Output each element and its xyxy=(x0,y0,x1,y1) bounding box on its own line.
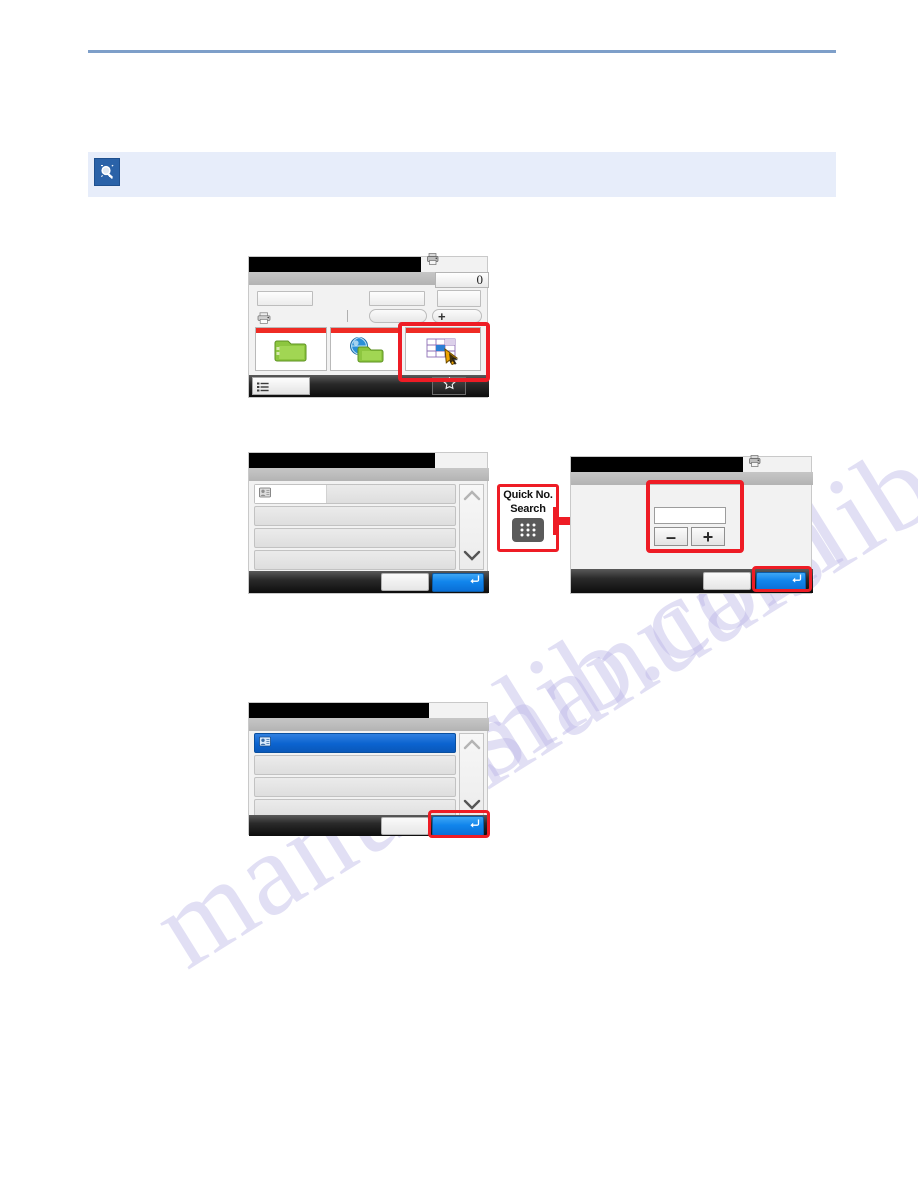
panel-subbar xyxy=(249,272,435,285)
panel-titlebar xyxy=(249,257,421,272)
copies-counter: 0 xyxy=(435,272,489,288)
globe-folder-icon xyxy=(347,335,385,370)
cancel-button[interactable] xyxy=(381,573,429,591)
printer-status-icon xyxy=(748,454,762,473)
quick-no-search-badge: Quick No. Search xyxy=(497,484,559,552)
contact-icon xyxy=(259,734,271,752)
ok-button[interactable] xyxy=(432,573,484,592)
panel-subbar xyxy=(249,468,489,481)
destination-field-3[interactable] xyxy=(437,290,481,307)
list-item[interactable] xyxy=(254,777,456,797)
list-item[interactable] xyxy=(254,506,456,526)
chevron-up-icon[interactable] xyxy=(463,488,480,506)
destination-field-1[interactable] xyxy=(257,291,313,306)
list-item[interactable] xyxy=(254,528,456,548)
panel-titlebar xyxy=(249,453,435,468)
scrollbar[interactable] xyxy=(459,484,484,570)
copies-counter-value: 0 xyxy=(476,272,484,287)
menu-button[interactable] xyxy=(252,377,310,395)
cancel-button[interactable] xyxy=(381,817,429,835)
tab-accent-bar xyxy=(331,328,401,333)
highlight-number-entry-group xyxy=(646,480,744,553)
numeric-keypad-icon[interactable] xyxy=(511,516,545,549)
list-item[interactable] xyxy=(254,550,456,570)
tab-accent-bar xyxy=(256,328,326,333)
chevron-up-icon[interactable] xyxy=(463,737,480,755)
list-item[interactable] xyxy=(254,484,456,504)
highlight-address-book-select-tab xyxy=(398,322,490,382)
scrollbar[interactable] xyxy=(459,733,484,819)
ext-address-book-tab[interactable] xyxy=(330,327,402,371)
cancel-button[interactable] xyxy=(703,572,751,590)
toolbar-separator xyxy=(347,310,348,322)
toolbar-pill-button[interactable] xyxy=(369,309,427,323)
contact-icon xyxy=(259,485,271,503)
add-destination-button[interactable]: + xyxy=(432,309,482,324)
header-rule xyxy=(88,50,836,53)
green-folder-icon xyxy=(274,335,308,370)
quick-no-search-line2: Search xyxy=(510,503,546,515)
note-magnifier-icon xyxy=(94,158,120,186)
list-menu-icon xyxy=(257,381,269,399)
quick-no-search-line1: Quick No. xyxy=(503,489,553,501)
address-book-tab[interactable] xyxy=(255,327,327,371)
list-item[interactable] xyxy=(254,755,456,775)
list-item[interactable] xyxy=(254,733,456,753)
note-callout xyxy=(88,152,836,197)
highlight-ok-button-panel3 xyxy=(752,566,812,592)
printer-status-icon xyxy=(426,252,440,271)
enter-arrow-icon xyxy=(469,572,480,590)
chevron-down-icon[interactable] xyxy=(463,548,480,566)
destination-field-2[interactable] xyxy=(369,291,425,306)
address-book-list-screen[interactable] xyxy=(248,452,489,594)
panel-titlebar xyxy=(571,457,743,472)
panel-titlebar xyxy=(249,703,429,718)
highlight-ok-button-panel4 xyxy=(428,810,490,838)
panel-subbar xyxy=(249,718,489,731)
